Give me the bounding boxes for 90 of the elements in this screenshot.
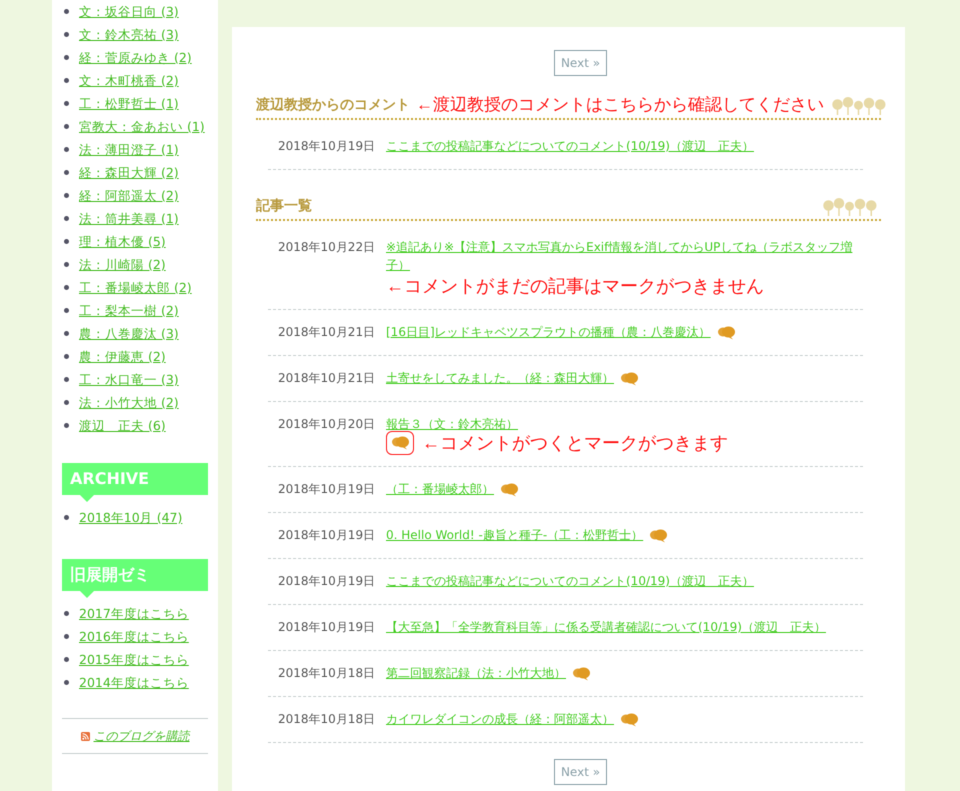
annotation-text: ←渡辺教授のコメントはこちらから確認してください [416,94,824,116]
bullet-icon [64,657,69,662]
sidebar-link[interactable]: 経：阿部遥太 (2) [79,184,179,207]
sidebar-link[interactable]: 工：松野哲士 (1) [79,92,179,115]
post-date: 2018年10月19日 [277,527,376,544]
post-link[interactable]: カイワレダイコンの成長（経：阿部遥太） [386,712,614,726]
speech-bubbles-icon [716,326,736,340]
post-link[interactable]: ※追記あり※【注意】スマホ写真からExif情報を消してからUPしてね（ラボスタッフ増子） [386,238,857,274]
bullet-icon [64,515,69,520]
post-date: 2018年10月19日 [277,619,376,636]
sidebar-link[interactable]: 法：筒井美尋 (1) [79,207,179,230]
post-date: 2018年10月21日 [277,370,376,387]
bullet-icon [64,354,69,359]
post-link[interactable]: 第二回観察記録（法：小竹大地） [386,666,566,680]
post-date: 2018年10月18日 [277,665,376,682]
pointer-icon [80,591,94,598]
sidebar-link[interactable]: 2017年度はこちら [79,602,189,625]
bullet-icon [64,170,69,175]
sidebar-link[interactable]: 法：薄田澄子 (1) [79,138,179,161]
pointer-icon [80,495,94,502]
speech-bubbles-icon [620,372,639,386]
post-date: 2018年10月19日 [277,481,376,498]
sidebar-link[interactable]: 工：水口竜一 (3) [79,368,179,391]
post-link[interactable]: 0. Hello World! -趣旨と種子-（工：松野哲士） [386,528,644,542]
sidebar-link[interactable]: 文：坂谷日向 (3) [79,0,179,23]
bullet-icon [64,400,69,405]
section-heading: 渡辺教授からのコメント [256,96,410,115]
sidebar-link[interactable]: 農：伊藤恵 (2) [79,345,166,368]
post-date: 2018年10月19日 [277,138,376,155]
widget-title: ARCHIVE [62,463,208,495]
post-link[interactable]: 報告３（文：鈴木亮祐） [386,415,518,433]
sidebar-link[interactable]: 工：番場崚太郎 (2) [79,276,192,299]
sidebar-link[interactable]: 農：八巻慶汰 (3) [79,322,179,345]
widget-title: 旧展開ゼミ [62,559,208,591]
sidebar-link[interactable]: 渡辺 正夫 (6) [79,414,166,437]
bullet-icon [64,9,69,14]
post-link[interactable]: [16日目]レッドキャベツスプラウトの播種（農：八巻慶汰） [386,325,711,339]
sidebar-link[interactable]: 2015年度はこちら [79,648,189,671]
bullet-icon [64,239,69,244]
subscribe-link[interactable]: このブログを購読 [94,727,190,745]
post-date: 2018年10月22日 [277,239,376,256]
speech-bubbles-icon [649,528,668,543]
bullet-icon [64,262,69,267]
bullet-icon [64,308,69,313]
bullet-icon [64,331,69,336]
bullet-icon [64,611,69,616]
sidebar-link[interactable]: 経：森田大輝 (2) [79,161,179,184]
bullet-icon [64,377,69,382]
bullet-icon [64,285,69,290]
speech-bubbles-icon [500,482,519,497]
sidebar-link[interactable]: 法：小竹大地 (2) [79,391,179,414]
sidebar-link[interactable]: 2016年度はこちら [79,625,189,648]
sidebar-link[interactable]: 法：川崎陽 (2) [79,253,166,276]
bullet-icon [64,124,69,129]
bullet-icon [64,147,69,152]
sidebar-link[interactable]: 2018年10月 (47) [79,506,182,529]
post-link[interactable]: 【大至急】「全学教育科目等」に係る受講者確認について(10/19)（渡辺 正夫） [386,620,826,634]
speech-bubbles-icon [390,436,410,450]
bullet-icon [64,634,69,639]
bullet-icon [64,216,69,221]
sidebar-link[interactable]: 経：菅原みゆき (2) [79,46,192,69]
sidebar-link[interactable]: 文：木町桃香 (2) [79,69,179,92]
sidebar-link[interactable]: 宮教大：金あおい (1) [79,115,205,138]
bullet-icon [64,680,69,685]
post-link[interactable]: ここまでの投稿記事などについてのコメント(10/19)（渡辺 正夫） [386,139,754,153]
annotation-text: ←コメントがまだの記事はマークがつきません [386,276,764,296]
post-date: 2018年10月21日 [277,324,376,341]
bullet-icon [64,55,69,60]
bullet-icon [64,78,69,83]
bullet-icon [64,423,69,428]
section-heading: 記事一覧 [256,197,312,216]
sidebar-link[interactable]: 2014年度はこちら [79,671,189,694]
bullet-icon [64,32,69,37]
sidebar-link[interactable]: 工：梨本一樹 (2) [79,299,179,322]
speech-bubbles-icon [620,712,639,727]
post-date: 2018年10月19日 [277,573,376,590]
rss-icon [80,732,90,740]
next-button[interactable]: Next » [554,50,608,76]
bullet-icon [64,101,69,106]
next-button[interactable]: Next » [554,759,608,785]
post-link[interactable]: ここまでの投稿記事などについてのコメント(10/19)（渡辺 正夫） [386,574,754,588]
post-date: 2018年10月18日 [277,711,376,728]
sidebar-link[interactable]: 理：植木優 (5) [79,230,166,253]
post-link[interactable]: （工：番場崚太郎） [386,482,494,496]
post-date: 2018年10月20日 [277,416,376,433]
bullet-icon [64,193,69,198]
speech-bubbles-icon [572,666,591,681]
annotation-text: ←コメントがつくとマークがつきます [422,433,728,453]
post-link[interactable]: 土寄せをしてみました。（経：森田大輝） [386,371,614,385]
sidebar-link[interactable]: 文：鈴木亮祐 (3) [79,23,179,46]
